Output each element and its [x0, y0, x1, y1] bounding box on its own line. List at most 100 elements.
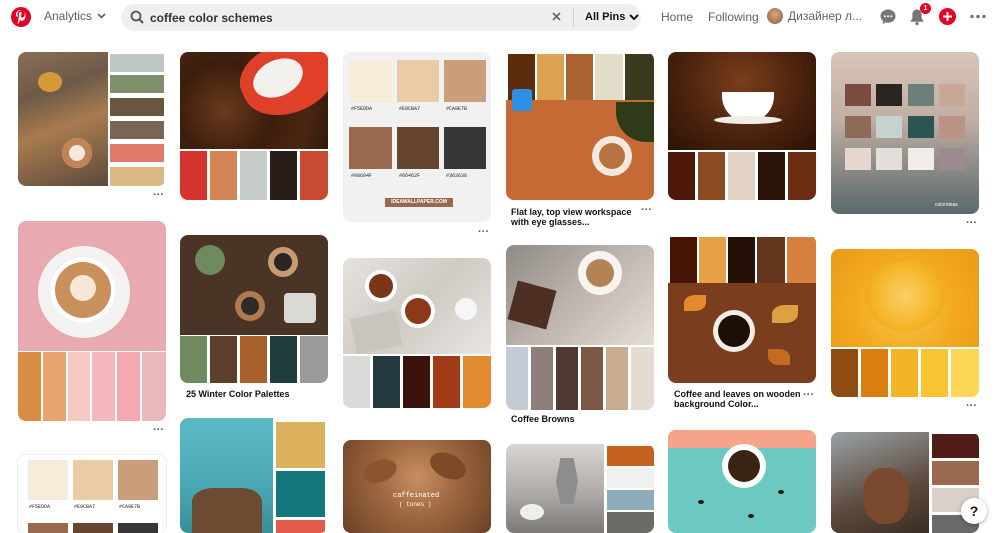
pin-latte-pink[interactable]	[18, 221, 166, 421]
pin-autumn-coffee[interactable]	[18, 52, 166, 186]
pin-coffee-browns[interactable]	[506, 245, 654, 410]
color-swatch	[210, 336, 237, 383]
top-bar: Analytics coffee color schemes All Pins …	[0, 0, 1000, 36]
search-input[interactable]: coffee color schemes	[150, 11, 273, 25]
bean-shape	[360, 454, 400, 488]
color-swatch	[110, 121, 164, 139]
pin-yellow-flower[interactable]	[831, 249, 979, 397]
coffee-cup	[268, 247, 298, 277]
decorative-shape	[778, 490, 784, 494]
hex-label: #CA9E7B	[119, 504, 141, 510]
pin-colorideas[interactable]: colorideas	[831, 52, 979, 214]
color-swatch	[444, 127, 486, 169]
color-swatch	[758, 152, 785, 200]
search-divider	[573, 8, 574, 27]
create-button[interactable]	[939, 8, 956, 25]
teapot	[455, 298, 477, 320]
pin-mint-coffee[interactable]	[668, 430, 816, 533]
color-swatch	[668, 152, 695, 200]
color-swatch	[932, 461, 979, 485]
color-swatch	[932, 434, 979, 458]
pin-coffee-steam[interactable]	[668, 52, 816, 200]
analytics-menu[interactable]: Analytics	[44, 9, 106, 23]
pin-more-icon[interactable]: ···	[153, 424, 164, 436]
color-swatch	[876, 116, 902, 138]
hex-label: #F5EDDA	[351, 106, 373, 112]
color-swatch	[343, 356, 370, 408]
pin-flat-lay-workspace[interactable]	[506, 52, 654, 200]
more-options-icon[interactable]	[969, 14, 987, 19]
color-swatch	[845, 116, 871, 138]
color-swatch	[939, 148, 965, 170]
pin-more-icon[interactable]: ···	[641, 204, 652, 216]
pin-coffee-beans-red[interactable]	[180, 52, 328, 200]
pin-coffee-leaves[interactable]	[668, 235, 816, 383]
pin-caffeinated-tones[interactable]: caffeinated ( tones )	[343, 440, 491, 533]
source-banner: IDEAWALLPAPER.COM	[385, 198, 453, 207]
color-swatch	[117, 352, 140, 421]
leaf-shape	[684, 295, 706, 311]
pin-caption[interactable]: 25 Winter Color Palettes	[186, 389, 289, 399]
pin-more-icon[interactable]: ···	[966, 217, 977, 229]
hex-label: #E9CBA7	[399, 106, 421, 112]
nav-following[interactable]: Following	[708, 10, 759, 24]
chevron-down-icon	[629, 13, 640, 20]
save-badge-icon[interactable]	[512, 89, 532, 111]
color-swatch	[349, 60, 392, 102]
color-swatch	[581, 347, 603, 410]
color-swatch	[607, 468, 654, 488]
plus-icon	[943, 12, 952, 21]
color-swatch	[110, 144, 164, 162]
color-swatch	[607, 446, 654, 466]
hex-label: #363636	[446, 173, 468, 179]
color-swatch	[373, 356, 400, 408]
pin-moka-pot[interactable]	[506, 444, 654, 533]
cup-shape	[520, 504, 544, 520]
messages-icon[interactable]	[879, 8, 897, 26]
pin-palette-repeat[interactable]: #F5EDDA #E9CBA7 #CA9E7B	[18, 455, 166, 533]
color-swatch	[607, 490, 654, 510]
pin-tea-cups[interactable]	[343, 258, 491, 408]
pin-caption[interactable]: Coffee Browns	[511, 414, 575, 424]
color-swatch	[463, 356, 491, 408]
pin-more-icon[interactable]: ···	[478, 226, 489, 238]
color-swatch	[28, 460, 68, 500]
user-profile[interactable]: Дизайнер л...	[767, 8, 862, 24]
color-swatch	[939, 84, 965, 106]
color-swatch	[28, 523, 68, 533]
pinecone	[863, 468, 909, 524]
color-swatch	[73, 523, 113, 533]
color-swatch	[951, 349, 979, 397]
color-swatch	[699, 237, 726, 283]
pin-more-icon[interactable]: ···	[966, 400, 977, 412]
color-swatch	[698, 152, 725, 200]
pin-ideawallpaper-palette[interactable]: #F5EDDA #E9CBA7 #CA9E7B #98694F #66462F …	[343, 52, 491, 222]
nav-home[interactable]: Home	[661, 10, 693, 24]
color-swatch	[531, 347, 553, 410]
pin-more-icon[interactable]: ···	[803, 389, 814, 401]
search-bar[interactable]: coffee color schemes All Pins	[121, 4, 641, 31]
help-button[interactable]: ?	[961, 498, 987, 524]
pin-succulents[interactable]	[180, 235, 328, 383]
all-pins-filter[interactable]: All Pins	[585, 11, 640, 23]
pin-caption[interactable]: Coffee and leaves on wooden background C…	[674, 389, 804, 409]
coffee-cup	[718, 315, 750, 347]
pinterest-logo[interactable]	[11, 7, 31, 27]
pin-caption[interactable]: Flat lay, top view workspace with eye gl…	[511, 207, 639, 227]
flower-shape	[865, 261, 945, 331]
succulent	[195, 245, 225, 275]
color-swatch	[831, 349, 858, 397]
clear-search-icon[interactable]	[551, 11, 562, 22]
pinterest-p-icon	[16, 10, 26, 24]
color-swatch	[180, 151, 207, 200]
hex-label: #CA9E7B	[446, 106, 468, 112]
pin-more-icon[interactable]: ···	[153, 189, 164, 201]
color-swatch	[397, 60, 439, 102]
pin-pinecones[interactable]	[831, 432, 979, 533]
color-swatch	[240, 336, 267, 383]
leaf-shape	[38, 72, 62, 92]
color-swatch	[728, 237, 755, 283]
pin-teal-chair[interactable]	[180, 418, 328, 533]
moka-pot	[556, 458, 578, 504]
color-swatch	[607, 512, 654, 533]
